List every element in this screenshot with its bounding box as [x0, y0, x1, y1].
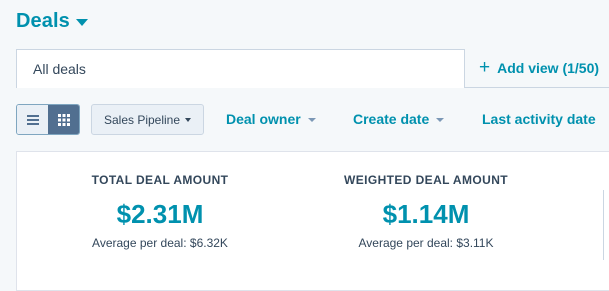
filter-deal-owner[interactable]: Deal owner — [226, 111, 316, 127]
tab-label: All deals — [33, 61, 86, 77]
caret-down-icon — [185, 118, 192, 122]
metric-average: Average per deal: $3.11K — [358, 236, 494, 250]
caret-down-icon — [307, 117, 316, 122]
metric-label: WEIGHTED DEAL AMOUNT — [344, 173, 508, 187]
caret-down-icon — [75, 19, 88, 26]
add-view-label: Add view (1/50) — [497, 59, 600, 76]
metric-value: $2.31M — [116, 199, 204, 229]
metric-weighted-deal-amount: WEIGHTED DEAL AMOUNT $1.14M Average per … — [316, 173, 536, 250]
plus-icon: + — [479, 57, 491, 78]
metric-total-deal-amount: TOTAL DEAL AMOUNT $2.31M Average per dea… — [50, 173, 270, 250]
filter-label: Deal owner — [226, 111, 301, 127]
filter-label: Create date — [353, 111, 430, 127]
tab-all-deals[interactable]: All deals — [16, 49, 465, 88]
page-title-dropdown[interactable]: Deals — [16, 10, 88, 33]
view-mode-toggle — [16, 104, 80, 135]
list-icon — [26, 114, 39, 125]
filter-create-date[interactable]: Create date — [353, 111, 445, 127]
list-view-button[interactable] — [17, 105, 48, 134]
page-title: Deals — [16, 10, 70, 32]
add-view-button[interactable]: + Add view (1/50) — [479, 58, 599, 77]
board-view-button[interactable] — [48, 105, 79, 134]
metric-label: TOTAL DEAL AMOUNT — [91, 173, 229, 187]
grid-icon — [57, 113, 70, 126]
pipeline-select-label: Sales Pipeline — [103, 112, 181, 127]
filter-last-activity-date[interactable]: Last activity date — [482, 111, 596, 127]
pipeline-select[interactable]: Sales Pipeline — [91, 104, 204, 135]
metric-divider — [603, 190, 604, 260]
caret-down-icon — [436, 117, 445, 122]
filter-label: Last activity date — [482, 111, 596, 127]
metric-value: $1.14M — [382, 199, 470, 229]
metric-average: Average per deal: $6.32K — [92, 236, 228, 250]
